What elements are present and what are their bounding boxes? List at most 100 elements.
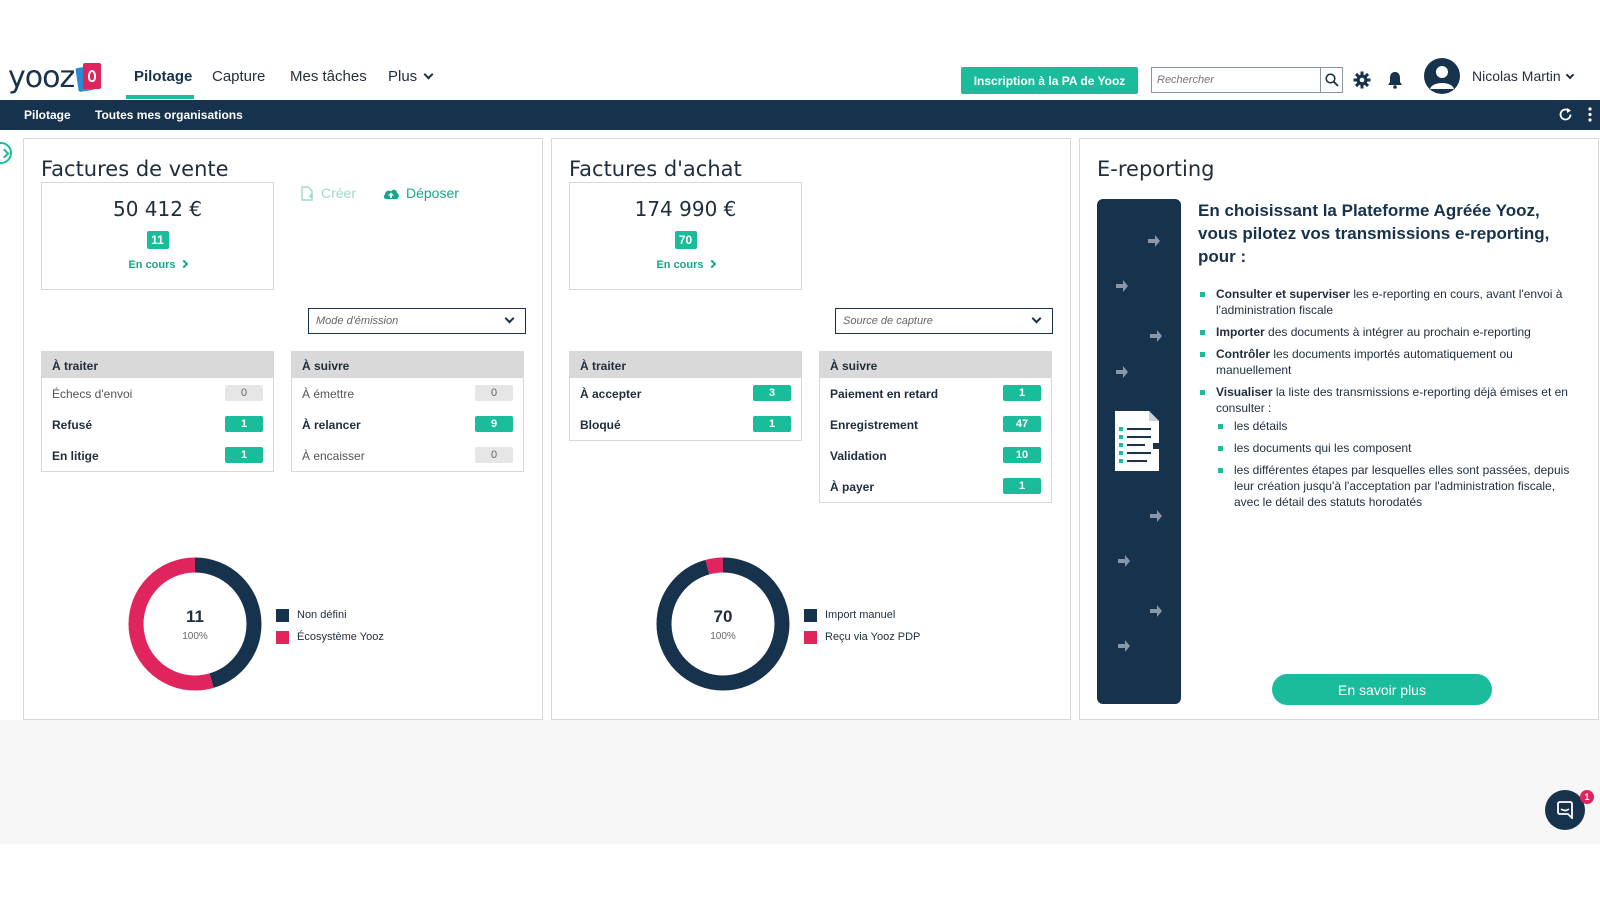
sales-to-follow-table: À suivre À émettre 0 À relancer 9 À encais… <box>291 351 524 472</box>
legend-item-ecosysteme-yooz[interactable]: Écosystème Yooz <box>276 626 384 648</box>
kpi-count-badge: 1 <box>1003 478 1041 494</box>
kpi-row-recording[interactable]: Enregistrement 47 <box>820 409 1051 440</box>
sub-list-item: les différentes étapes par lesquelles el… <box>1216 462 1578 510</box>
purchases-to-follow-header: À suivre <box>820 352 1051 378</box>
capture-source-select[interactable]: Source de capture <box>835 308 1053 334</box>
arrow-right-icon <box>1118 555 1130 567</box>
user-avatar[interactable] <box>1424 58 1460 94</box>
kpi-row-blocked[interactable]: Bloqué 1 <box>570 409 801 440</box>
upload-invoice-label: Déposer <box>406 185 459 201</box>
sub-list-item: les détails <box>1216 418 1578 434</box>
sidebar-toggle-button[interactable] <box>0 142 12 164</box>
list-item: Visualiser la liste des transmissions e-… <box>1198 384 1578 510</box>
chevron-down-icon <box>504 313 515 324</box>
kpi-row-disputed[interactable]: En litige 1 <box>42 440 273 471</box>
legend-swatch <box>276 630 289 644</box>
kpi-count-badge: 0 <box>475 447 513 463</box>
kpi-label: À relancer <box>302 418 361 432</box>
create-invoice-label: Créer <box>321 185 357 201</box>
legend-item-non-defini[interactable]: Non défini <box>276 604 384 626</box>
legend-item-import-manuel[interactable]: Import manuel <box>804 604 920 626</box>
sales-in-progress-link[interactable]: En cours <box>42 259 273 271</box>
chat-notification-badge: 1 <box>1580 790 1594 804</box>
kpi-row-late-payment[interactable]: Paiement en retard 1 <box>820 378 1051 409</box>
gear-icon <box>1353 71 1371 89</box>
settings-button[interactable] <box>1352 70 1372 90</box>
purchases-panel-title: Factures d'achat <box>569 157 742 181</box>
kpi-count-badge: 1 <box>225 416 263 432</box>
kpi-row-refused[interactable]: Refusé 1 <box>42 409 273 440</box>
purchases-donut-chart[interactable]: 70 100% <box>656 557 790 691</box>
ereporting-heading: En choisissant la Plateforme Agréée Yooz… <box>1198 201 1550 266</box>
arrow-right-icon <box>1150 605 1162 617</box>
donut-total: 11 <box>186 607 204 626</box>
kpi-count-badge: 9 <box>475 416 513 432</box>
kpi-row-to-issue[interactable]: À émettre 0 <box>292 378 523 409</box>
arrow-right-icon <box>1116 280 1128 292</box>
more-options-button[interactable] <box>1588 107 1592 127</box>
list-item: Importer des documents à intégrer au pro… <box>1198 324 1578 340</box>
sales-to-process-header: À traiter <box>42 352 273 378</box>
benefit-keyword: Contrôler <box>1216 347 1270 361</box>
chat-button[interactable] <box>1545 790 1585 830</box>
search-button[interactable] <box>1320 68 1342 92</box>
sales-amount: 50 412 € <box>112 197 203 221</box>
yooz-logo[interactable]: yooz <box>8 58 103 96</box>
subnav-pilotage[interactable]: Pilotage <box>24 108 71 122</box>
upload-invoice-link[interactable]: Déposer <box>382 185 459 201</box>
subnav-organisations[interactable]: Toutes mes organisations <box>95 108 243 122</box>
legend-swatch <box>276 608 289 622</box>
kpi-label: En litige <box>52 449 99 463</box>
emission-mode-select[interactable]: Mode d'émission <box>308 308 526 334</box>
kpi-row-send-failures[interactable]: Échecs d'envoi 0 <box>42 378 273 409</box>
create-invoice-link[interactable]: Créer <box>300 185 356 201</box>
legend-item-recu-via-pdp[interactable]: Reçu via Yooz PDP <box>804 626 920 648</box>
nav-capture[interactable]: Capture <box>212 68 265 85</box>
chevron-right-icon <box>707 259 716 269</box>
refresh-button[interactable] <box>1558 107 1573 127</box>
kpi-row-to-pay[interactable]: À payer 1 <box>820 471 1051 502</box>
purchases-in-progress-label: En cours <box>656 259 704 271</box>
donut-total: 70 <box>713 607 733 626</box>
kpi-label: À accepter <box>580 387 642 401</box>
ereporting-panel: E-reporting En choisissant la Plateforme… <box>1079 138 1599 720</box>
user-name-label: Nicolas Martin <box>1472 68 1561 84</box>
logo-text: yooz <box>8 59 75 95</box>
nav-pilotage[interactable]: Pilotage <box>134 68 192 85</box>
kpi-row-to-collect[interactable]: À encaisser 0 <box>292 440 523 471</box>
notifications-button[interactable] <box>1385 70 1405 90</box>
legend-swatch <box>804 608 817 622</box>
legend-label: Import manuel <box>825 609 896 621</box>
list-item: Consulter et superviser les e-reporting … <box>1198 286 1578 318</box>
cloud-upload-icon <box>383 189 399 199</box>
kpi-count-badge: 47 <box>1003 416 1041 432</box>
ereporting-benefits-list: Consulter et superviser les e-reporting … <box>1198 286 1578 516</box>
purchases-in-progress-link[interactable]: En cours <box>570 259 801 271</box>
sales-donut-chart[interactable]: 11 100% <box>128 557 262 691</box>
sales-amount-card: 50 412 € 11 En cours <box>41 182 274 290</box>
pa-registration-button[interactable]: Inscription à la PA de Yooz <box>961 67 1138 94</box>
emission-mode-placeholder: Mode d'émission <box>316 315 399 327</box>
search-input[interactable] <box>1152 68 1320 92</box>
nav-mes-taches[interactable]: Mes tâches <box>290 68 367 85</box>
legend-label: Écosystème Yooz <box>297 631 384 643</box>
kpi-label: Bloqué <box>580 418 621 432</box>
donut-percent: 100% <box>182 631 208 642</box>
kpi-row-to-accept[interactable]: À accepter 3 <box>570 378 801 409</box>
sub-list-item: les documents qui les composent <box>1216 440 1578 456</box>
legend-swatch <box>804 630 817 644</box>
document-list-icon <box>1115 411 1170 471</box>
learn-more-button[interactable]: En savoir plus <box>1272 674 1492 705</box>
nav-plus[interactable]: Plus <box>388 68 434 85</box>
chat-icon <box>1557 801 1573 819</box>
user-menu[interactable]: Nicolas Martin <box>1472 68 1574 84</box>
sales-count-badge: 11 <box>146 231 169 249</box>
kpi-label: À encaisser <box>302 449 365 463</box>
refresh-icon <box>1559 108 1572 121</box>
arrow-right-icon <box>1150 510 1162 522</box>
logo-mark-icon <box>75 61 103 93</box>
kpi-count-badge: 1 <box>225 447 263 463</box>
kpi-row-validation[interactable]: Validation 10 <box>820 440 1051 471</box>
kpi-row-to-remind[interactable]: À relancer 9 <box>292 409 523 440</box>
kpi-count-badge: 0 <box>225 385 263 401</box>
